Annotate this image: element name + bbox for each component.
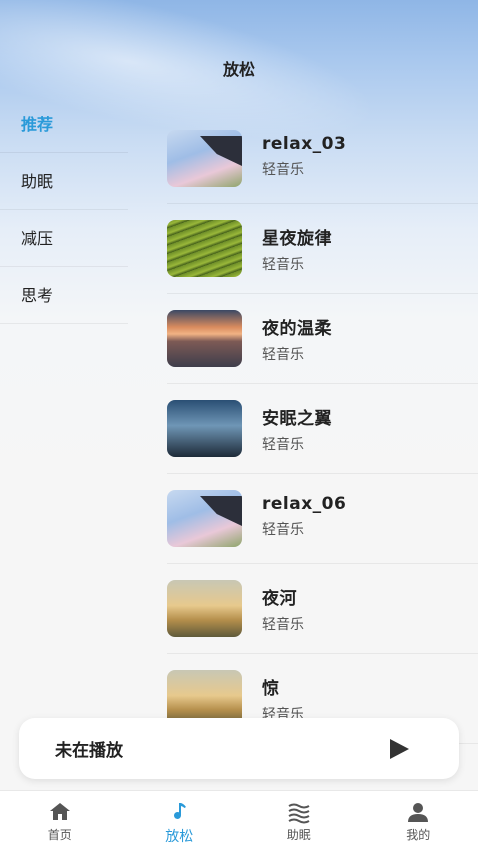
mini-player[interactable]: 未在播放 — [19, 718, 459, 779]
tab-mine[interactable]: 我的 — [359, 791, 478, 850]
track-title: relax_06 — [262, 494, 347, 514]
track-row[interactable]: relax_03 轻音乐 — [167, 114, 478, 204]
track-row[interactable]: 夜的温柔 轻音乐 — [167, 294, 478, 384]
track-title: 夜河 — [262, 589, 297, 609]
track-cover — [167, 400, 242, 457]
track-title: 惊 — [262, 679, 280, 699]
sidebar-item-sleep[interactable]: 助眠 — [0, 153, 128, 210]
track-genre: 轻音乐 — [262, 162, 304, 178]
person-icon — [408, 803, 429, 822]
category-sidebar: 推荐 助眠 减压 思考 — [0, 96, 128, 324]
track-cover — [167, 220, 242, 277]
track-cover — [167, 130, 242, 187]
home-icon — [49, 803, 70, 820]
track-cover — [167, 310, 242, 367]
track-title: relax_03 — [262, 134, 347, 154]
play-icon[interactable] — [387, 737, 411, 761]
page-title: 放松 — [222, 60, 255, 79]
tab-sleep[interactable]: 助眠 — [239, 791, 359, 850]
track-genre: 轻音乐 — [262, 617, 304, 633]
tab-label: 助眠 — [286, 828, 311, 842]
player-status: 未在播放 — [55, 741, 123, 761]
track-genre: 轻音乐 — [262, 257, 304, 273]
track-title: 星夜旋律 — [262, 229, 332, 249]
track-cover — [167, 490, 242, 547]
bottom-tab-bar: 首页 放松 助眠 我的 — [0, 790, 478, 850]
tab-home[interactable]: 首页 — [0, 791, 120, 850]
tab-label: 首页 — [47, 828, 72, 842]
track-list: relax_03 轻音乐 星夜旋律 轻音乐 夜的温柔 轻音乐 安眠之翼 轻音乐 … — [167, 114, 478, 744]
track-row[interactable]: 星夜旋律 轻音乐 — [167, 204, 478, 294]
track-genre: 轻音乐 — [262, 522, 304, 538]
track-genre: 轻音乐 — [262, 437, 304, 453]
waves-icon — [288, 803, 310, 824]
music-note-icon — [174, 803, 187, 819]
track-title: 夜的温柔 — [262, 319, 332, 339]
track-row[interactable]: 安眠之翼 轻音乐 — [167, 384, 478, 474]
tab-relax[interactable]: 放松 — [120, 791, 240, 850]
track-title: 安眠之翼 — [262, 409, 332, 429]
track-cover — [167, 580, 242, 637]
tab-label: 我的 — [406, 828, 431, 842]
track-row[interactable]: 夜河 轻音乐 — [167, 564, 478, 654]
sidebar-item-thinking[interactable]: 思考 — [0, 267, 128, 324]
track-row[interactable]: relax_06 轻音乐 — [167, 474, 478, 564]
sidebar-item-recommend[interactable]: 推荐 — [0, 96, 128, 153]
sidebar-item-stress-relief[interactable]: 减压 — [0, 210, 128, 267]
tab-label: 放松 — [165, 829, 194, 845]
track-genre: 轻音乐 — [262, 347, 304, 363]
